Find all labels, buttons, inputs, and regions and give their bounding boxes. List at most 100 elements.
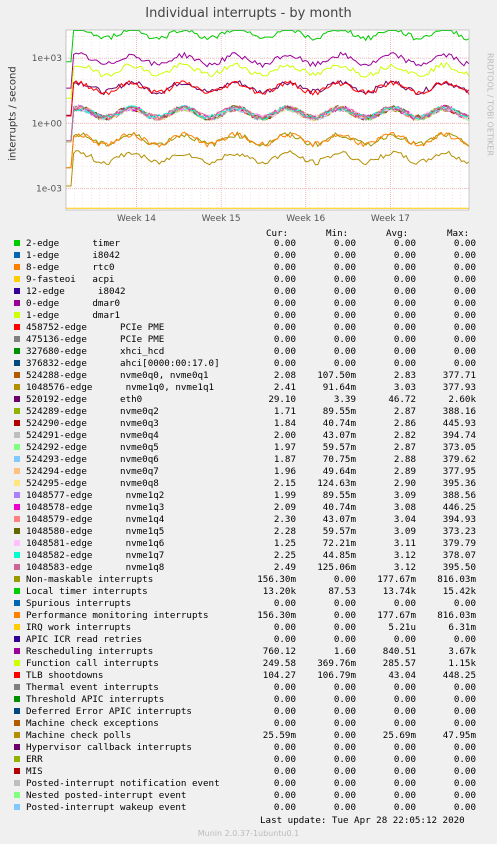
legend-swatch: [14, 432, 20, 438]
legend-row: 475136-edge PCIe PME 0.00 0.00 0.00 0.00: [0, 334, 497, 346]
legend-row: 1048578-edge nvme1q3 2.09 40.74m 3.08 446.25: [0, 502, 497, 514]
legend-row: 520192-edge eth0 29.10 3.39 46.72 2.60k: [0, 394, 497, 406]
legend-swatch: [14, 612, 20, 618]
legend-row: Deferred Error APIC interrupts 0.00 0.00 0.…: [0, 706, 497, 718]
legend-row: 524292-edge nvme0q5 1.97 59.57m 2.87 373.05: [0, 442, 497, 454]
legend-row: 524293-edge nvme0q6 1.87 70.75m 2.88 379.62: [0, 454, 497, 466]
legend-row: 1-edge i8042 0.00 0.00 0.00 0.00: [0, 250, 497, 262]
legend-row: 524288-edge nvme0q0, nvme0q1 2.08 107.50m 2…: [0, 370, 497, 382]
legend-swatch: [14, 528, 20, 534]
legend-max-value: 394.93: [442, 514, 476, 525]
legend-series-name: 1048577-edge nvme1q2: [26, 490, 165, 501]
legend-max-value: 394.74: [442, 430, 476, 441]
legend-series-name: 1-edge i8042: [26, 250, 121, 261]
legend-series-name: Rescheduling interrupts: [26, 646, 154, 657]
legend-swatch: [14, 492, 20, 498]
legend-series-name: 8-edge rtc0: [26, 262, 115, 273]
legend-series-name: 1048580-edge nvme1q5: [26, 526, 165, 537]
legend-series-name: 1048583-edge nvme1q8: [26, 562, 165, 573]
legend-series-name: 1048582-edge nvme1q7: [26, 550, 165, 561]
legend-swatch: [14, 324, 20, 330]
legend-max-value: 0.00: [453, 742, 476, 753]
legend-max-value: 379.79: [442, 538, 476, 549]
legend-swatch: [14, 372, 20, 378]
legend-max-value: 0.00: [453, 298, 476, 309]
legend-series-name: Posted-interrupt notification event: [26, 778, 220, 789]
legend-row: 524289-edge nvme0q2 1.71 89.55m 2.87 388.16: [0, 406, 497, 418]
legend-swatch: [14, 696, 20, 702]
legend-max-value: 0.00: [453, 274, 476, 285]
legend-swatch: [14, 264, 20, 270]
legend-row: Non-maskable interrupts 156.30m 0.00 177.67…: [0, 574, 497, 586]
legend-swatch: [14, 360, 20, 366]
x-tick-label: Week 14: [117, 214, 156, 224]
legend-row: Posted-interrupt notification event 0.00 0…: [0, 778, 497, 790]
legend-row: 1-edge dmar1 0.00 0.00 0.00 0.00: [0, 310, 497, 322]
legend-max-value: 388.56: [442, 490, 476, 501]
legend-swatch: [14, 300, 20, 306]
legend-max-value: 0.00: [453, 802, 476, 813]
legend-series-name: 0-edge dmar0: [26, 298, 121, 309]
legend-max-value: 6.31m: [448, 622, 476, 633]
legend-max-value: 15.42k: [442, 586, 476, 597]
legend-max-value: 2.60k: [448, 394, 476, 405]
legend-row: 8-edge rtc0 0.00 0.00 0.00 0.00: [0, 262, 497, 274]
legend-swatch: [14, 480, 20, 486]
legend-max-value: 388.16: [442, 406, 476, 417]
legend-series-name: Deferred Error APIC interrupts: [26, 706, 192, 717]
legend-row: 524290-edge nvme0q3 1.84 40.74m 2.86 445.93: [0, 418, 497, 430]
legend-max-value: 378.07: [442, 550, 476, 561]
legend-series-name: 524295-edge nvme0q8: [26, 478, 159, 489]
legend-row: 458752-edge PCIe PME 0.00 0.00 0.00 0.00: [0, 322, 497, 334]
legend-row: Threshold APIC interrupts 0.00 0.00 0.00 0.0…: [0, 694, 497, 706]
legend-series-name: Performance monitoring interrupts: [26, 610, 209, 621]
legend-swatch: [14, 456, 20, 462]
legend-max-value: 373.05: [442, 442, 476, 453]
legend-swatch: [14, 408, 20, 414]
legend-row: 376832-edge ahci[0000:00:17.0] 0.00 0.00 0.…: [0, 358, 497, 370]
legend-row: Function call interrupts 249.58 369.76m 285…: [0, 658, 497, 670]
legend-series-name: 9-fasteoi acpi: [26, 274, 115, 285]
legend-series-name: 1048576-edge nvme1q0, nvme1q1: [26, 382, 215, 393]
legend-row: 1048576-edge nvme1q0, nvme1q1 2.41 91.64m 3…: [0, 382, 497, 394]
legend-series-name: Machine check polls: [26, 730, 132, 741]
legend-swatch: [14, 336, 20, 342]
legend-row: IRQ work interrupts 0.00 0.00 5.21u 6.31m: [0, 622, 497, 634]
y-tick-label: 1e+00: [32, 119, 63, 129]
munin-version: Munin 2.0.37-1ubuntu0.1: [197, 829, 300, 838]
legend-max-value: 0.00: [453, 694, 476, 705]
legend-series-name: IRQ work interrupts: [26, 622, 132, 633]
legend-swatch: [14, 708, 20, 714]
legend-max-value: 395.36: [442, 478, 476, 489]
legend-series-name: ERR: [26, 754, 43, 765]
legend-swatch: [14, 684, 20, 690]
legend-row: Thermal event interrupts 0.00 0.00 0.00 0.00: [0, 682, 497, 694]
legend-row: APIC ICR read retries 0.00 0.00 0.00 0.00: [0, 634, 497, 646]
legend-max-value: 377.95: [442, 466, 476, 477]
legend-swatch: [14, 516, 20, 522]
legend-row: 1048582-edge nvme1q7 2.25 44.85m 3.12 378.07: [0, 550, 497, 562]
legend-max-value: 379.62: [442, 454, 476, 465]
legend-row: 0-edge dmar0 0.00 0.00 0.00 0.00: [0, 298, 497, 310]
legend-series-name: Function call interrupts: [26, 658, 159, 669]
x-tick-label: Week 17: [371, 214, 410, 224]
legend-series-name: Machine check exceptions: [26, 718, 159, 729]
x-tick-label: Week 16: [286, 214, 325, 224]
legend-series-name: MIS: [26, 766, 43, 777]
legend-row: TLB shootdowns 104.27 106.79m 43.04 448.25: [0, 670, 497, 682]
legend-series-name: 12-edge i8042: [26, 286, 126, 297]
legend-swatch: [14, 396, 20, 402]
legend-max-value: 0.00: [453, 250, 476, 261]
legend-row: 1048581-edge nvme1q6 1.25 72.21m 3.11 379.79: [0, 538, 497, 550]
legend-swatch: [14, 276, 20, 282]
y-tick-label: 1e-03: [36, 184, 62, 194]
legend-swatch: [14, 744, 20, 750]
legend-swatch: [14, 420, 20, 426]
legend-max-value: 47.95m: [442, 730, 476, 741]
legend-series-name: Threshold APIC interrupts: [26, 694, 165, 705]
legend-row: Rescheduling interrupts 760.12 1.60 840.51 3…: [0, 646, 497, 658]
legend-series-name: Hypervisor callback interrupts: [26, 742, 192, 753]
legend-series-name: Non-maskable interrupts: [26, 574, 154, 585]
legend-max-value: 0.00: [453, 634, 476, 645]
legend-max-value: 3.67k: [448, 646, 476, 657]
